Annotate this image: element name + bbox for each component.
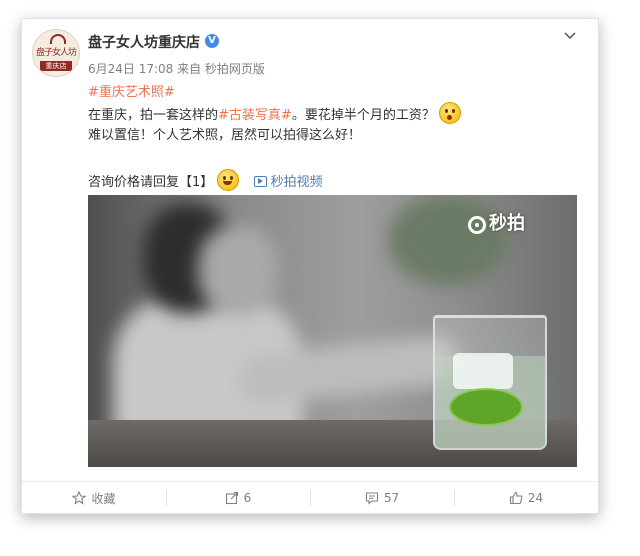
happy-emoji (217, 169, 240, 191)
favorite-label: 收藏 (91, 491, 116, 506)
avatar[interactable]: 盘子女人坊 重庆店 (32, 29, 80, 77)
surprised-emoji (438, 102, 461, 124)
like-icon (509, 491, 523, 505)
action-bar: 收藏 6 57 24 (22, 481, 598, 514)
like-button[interactable]: 24 (454, 482, 598, 514)
video-player[interactable]: 秒拍 (88, 195, 577, 467)
glass-lime (449, 388, 523, 426)
comment-icon (365, 492, 378, 505)
post-meta: 6月24日 17:08 来自 秒拍网页版 (88, 62, 265, 76)
video-icon (253, 176, 267, 187)
avatar-tag: 重庆店 (40, 61, 72, 71)
miaopai-logo-icon (468, 216, 486, 234)
video-watermark: 秒拍 (468, 209, 525, 235)
repost-icon (225, 491, 238, 505)
like-count: 24 (527, 491, 544, 505)
verified-icon: V (205, 34, 219, 48)
comment-button[interactable]: 57 (310, 482, 454, 514)
comment-count: 57 (383, 491, 400, 505)
weibo-post-card: 盘子女人坊 重庆店 盘子女人坊重庆店 V 6月24日 17:08 来自 秒拍网页… (21, 18, 599, 514)
glass-ice (453, 353, 513, 389)
text-segment: 。要花掉半个月的工资？ (291, 108, 435, 123)
hashtag-link[interactable]: #古装写真# (218, 108, 292, 123)
star-icon (72, 491, 87, 505)
person-face (198, 225, 278, 315)
post-hashtag-line[interactable]: #重庆艺术照# (88, 81, 175, 100)
post-text-line-4: 咨询价格请回复【1】 秒拍视频 (88, 169, 323, 191)
post-text-line-2: 在重庆，拍一套这样的#古装写真#。要花掉半个月的工资？ (88, 102, 461, 124)
avatar-brand: 盘子女人坊 (35, 48, 77, 58)
video-link-label: 秒拍视频 (270, 175, 323, 190)
repost-button[interactable]: 6 (166, 482, 310, 514)
brand-logo-icon (50, 34, 66, 44)
watermark-text: 秒拍 (489, 213, 525, 234)
glass (433, 315, 547, 450)
hashtag-link[interactable]: #重庆艺术照# (88, 85, 175, 100)
video-link[interactable]: 秒拍视频 (253, 175, 323, 190)
text-segment: 在重庆，拍一套这样的 (88, 108, 219, 123)
author-name[interactable]: 盘子女人坊重庆店 (88, 32, 200, 52)
text-segment: 咨询价格请回复【1】 (88, 175, 214, 190)
chevron-down-icon[interactable] (563, 29, 577, 43)
favorite-button[interactable]: 收藏 (22, 482, 166, 514)
repost-count: 6 (243, 491, 252, 505)
post-text-line-3: 难以置信！个人艺术照，居然可以拍得这么好！ (88, 128, 362, 143)
